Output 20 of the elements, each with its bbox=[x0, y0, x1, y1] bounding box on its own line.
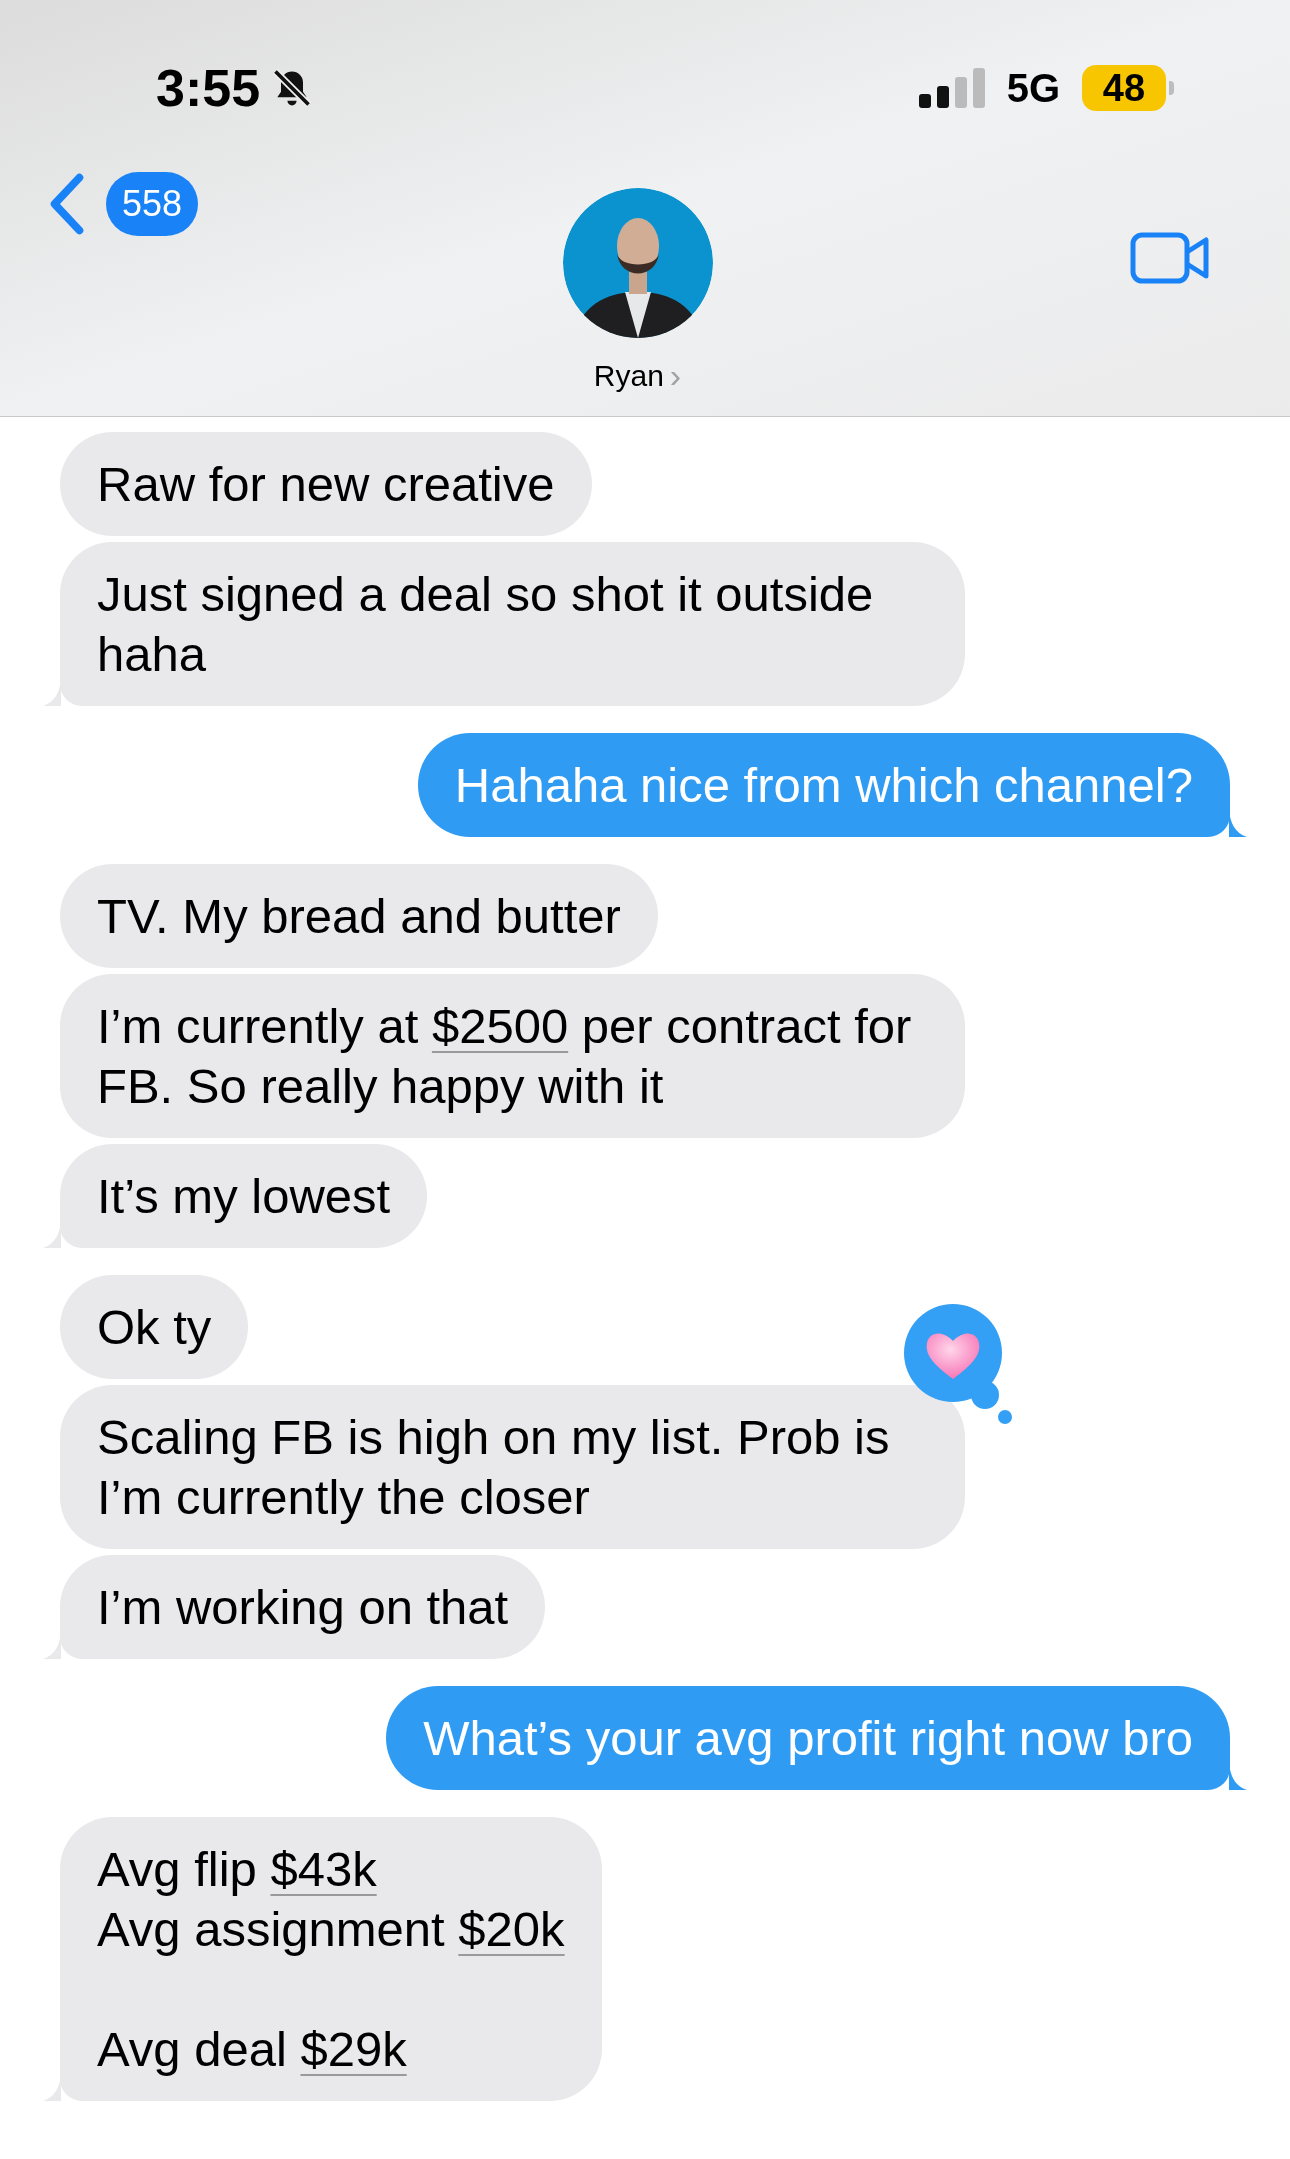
message-bubble[interactable]: Avg flip $43k Avg assignment $20k Avg deal $29k bbox=[60, 1817, 602, 2101]
message-bubble[interactable]: I’m currently at $2500 per contract for FB. So really happy with it bbox=[60, 974, 965, 1138]
heart-reaction-icon bbox=[901, 1301, 1013, 1425]
video-call-icon[interactable] bbox=[1130, 232, 1210, 284]
battery-level: 48 bbox=[1082, 65, 1166, 111]
back-chevron-icon bbox=[48, 173, 86, 235]
message-bubble[interactable]: It’s my lowest bbox=[60, 1144, 428, 1248]
signal-icon bbox=[918, 68, 985, 108]
message-bubble[interactable]: Ok ty bbox=[60, 1275, 249, 1379]
message-bubble[interactable]: Just signed a deal so shot it outside haha bbox=[60, 542, 965, 706]
battery-cap-icon bbox=[1169, 81, 1174, 95]
message-bubble[interactable]: I’m working on that bbox=[60, 1555, 546, 1659]
contact-name[interactable]: Ryan › bbox=[593, 350, 682, 401]
message-bubble[interactable]: TV. My bread and butter bbox=[60, 864, 658, 968]
back-button[interactable]: 558 bbox=[48, 172, 199, 236]
message-bubble[interactable]: Raw for new creative bbox=[60, 432, 592, 536]
message-bubble[interactable]: Scaling FB is high on my list. Prob is I’m currently the closer bbox=[60, 1385, 965, 1549]
status-time: 3:55 bbox=[156, 58, 261, 119]
unread-badge: 558 bbox=[106, 172, 199, 236]
network-type: 5G bbox=[1006, 65, 1060, 112]
